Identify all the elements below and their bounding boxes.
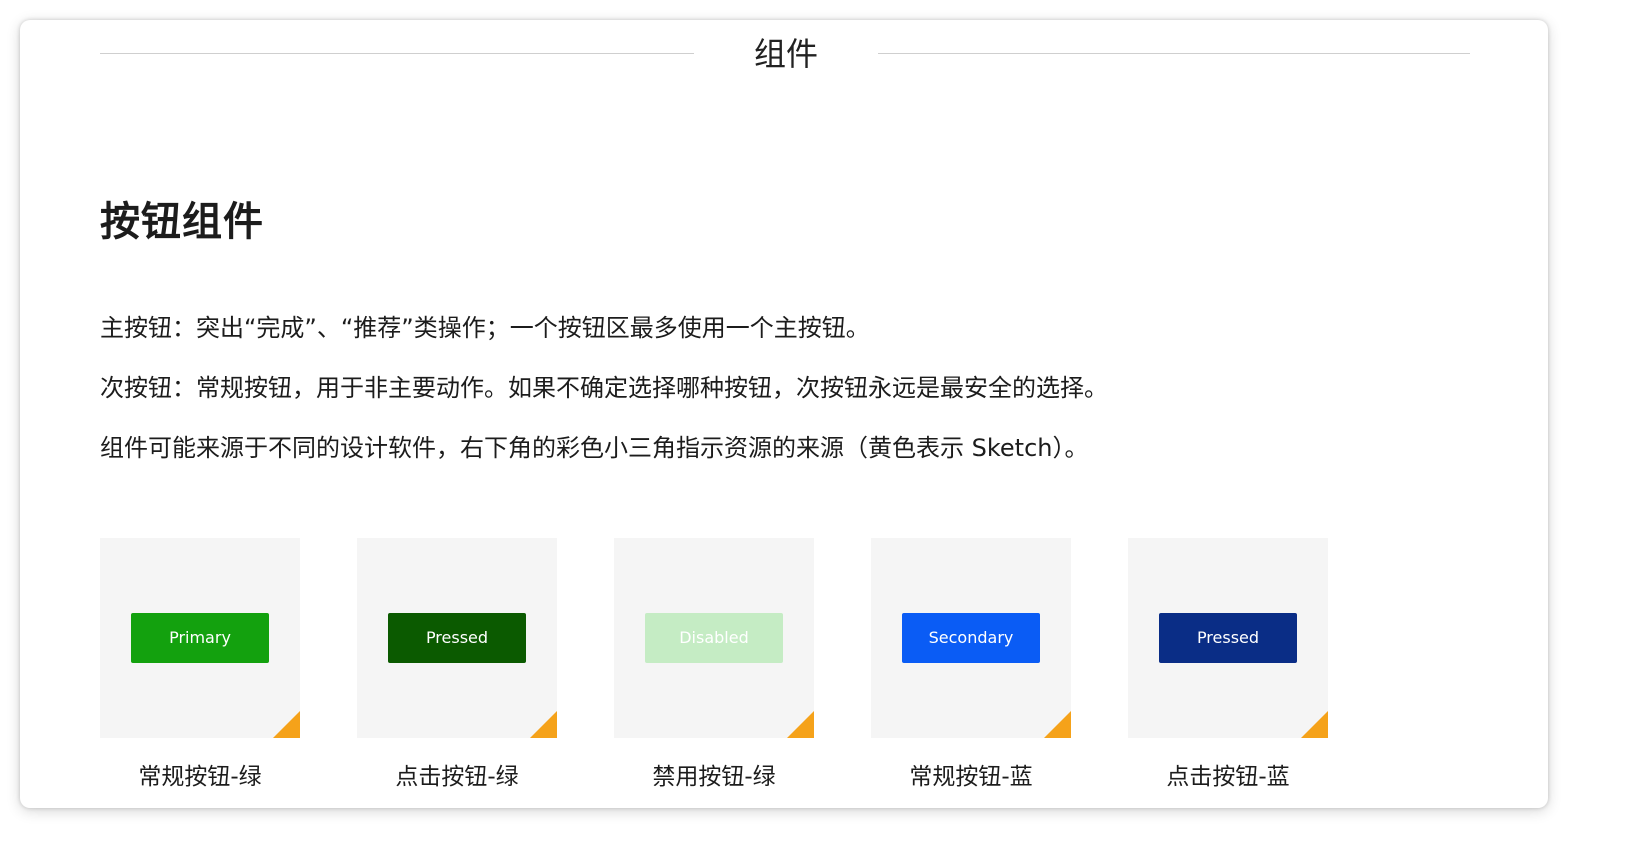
component-preview-tile: Pressed	[1128, 538, 1328, 738]
component-card-pressed-green[interactable]: Pressed 点击按钮-绿	[357, 538, 557, 790]
component-preview-tile: Secondary	[871, 538, 1071, 738]
component-card-primary-green[interactable]: Primary 常规按钮-绿	[100, 538, 300, 790]
header-divider-right	[878, 53, 1470, 54]
description-primary-button: 主按钮：突出“完成”、“推荐”类操作；一个按钮区最多使用一个主按钮。	[100, 314, 870, 342]
component-preview-tile: Primary	[100, 538, 300, 738]
description-source-indicator: 组件可能来源于不同的设计软件，右下角的彩色小三角指示资源的来源（黄色表示 Ske…	[100, 434, 1089, 462]
disabled-green-button: Disabled	[645, 613, 783, 663]
description-secondary-button: 次按钮：常规按钮，用于非主要动作。如果不确定选择哪种按钮，次按钮永远是最安全的选…	[100, 374, 1108, 402]
sketch-source-triangle-icon	[1301, 711, 1328, 738]
page-title: 组件	[753, 35, 818, 73]
component-card-secondary-blue[interactable]: Secondary 常规按钮-蓝	[871, 538, 1071, 790]
header-divider-left	[100, 53, 694, 54]
component-caption: 点击按钮-蓝	[1166, 764, 1290, 790]
component-card-disabled-green[interactable]: Disabled 禁用按钮-绿	[614, 538, 814, 790]
component-card-list: Primary 常规按钮-绿 Pressed 点击按钮-绿 Disabled 禁…	[100, 538, 1400, 808]
sketch-source-triangle-icon	[787, 711, 814, 738]
component-preview-tile: Disabled	[614, 538, 814, 738]
section-title: 按钮组件	[100, 199, 264, 245]
pressed-blue-button[interactable]: Pressed	[1159, 613, 1297, 663]
pressed-green-button[interactable]: Pressed	[388, 613, 526, 663]
secondary-blue-button[interactable]: Secondary	[902, 613, 1040, 663]
primary-green-button[interactable]: Primary	[131, 613, 269, 663]
sketch-source-triangle-icon	[273, 711, 300, 738]
component-caption: 常规按钮-绿	[138, 764, 262, 790]
sketch-source-triangle-icon	[530, 711, 557, 738]
component-caption: 禁用按钮-绿	[652, 764, 776, 790]
document-window: 组件 按钮组件 主按钮：突出“完成”、“推荐”类操作；一个按钮区最多使用一个主按…	[20, 20, 1548, 808]
component-card-pressed-blue[interactable]: Pressed 点击按钮-蓝	[1128, 538, 1328, 790]
component-preview-tile: Pressed	[357, 538, 557, 738]
component-caption: 常规按钮-蓝	[909, 764, 1033, 790]
component-caption: 点击按钮-绿	[395, 764, 519, 790]
sketch-source-triangle-icon	[1044, 711, 1071, 738]
